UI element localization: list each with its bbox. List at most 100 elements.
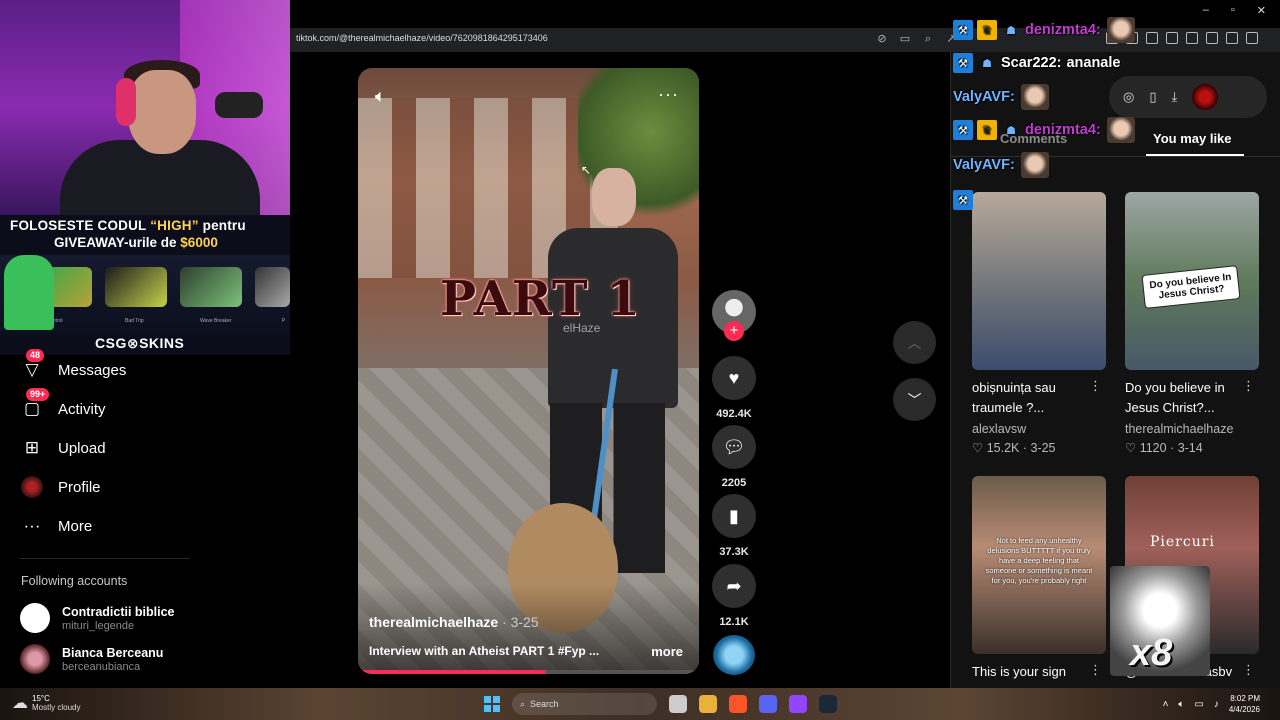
- panel-toolbar: ◎ ▯ ⤓: [1109, 76, 1267, 118]
- video-progress-fill: [358, 670, 546, 674]
- video-progress-bar[interactable]: [358, 670, 699, 674]
- taskbar-search[interactable]: ⌕ Search: [512, 693, 657, 715]
- sidebar-item-activity[interactable]: ▢ 99+ Activity: [20, 388, 106, 421]
- sidebar-item-profile[interactable]: Profile: [20, 475, 101, 499]
- sponsor-logo: CSG⊗SKINS: [95, 335, 185, 351]
- more-icon: ···: [23, 516, 41, 535]
- sidebar-item-more[interactable]: ··· More: [20, 514, 93, 538]
- clock-date: 4/4/2026: [1228, 705, 1260, 714]
- address-bar[interactable]: tiktok.com/@therealmichaelhaze/video/762…: [296, 33, 548, 43]
- share-arrow-icon[interactable]: ➦: [712, 564, 756, 608]
- chat-message: ⚒ ♛ ☗ denizmta4:: [953, 117, 1135, 143]
- author-name[interactable]: therealmichaelhaze: [369, 614, 498, 630]
- more-options-icon[interactable]: ⋮: [1089, 662, 1102, 678]
- volume-icon[interactable]: 🔈︎: [375, 86, 386, 107]
- chat-username: ValyAVF:: [953, 89, 1015, 105]
- extension-icon[interactable]: [1206, 32, 1218, 44]
- account-handle: berceanubianca: [62, 660, 141, 673]
- comment-icon[interactable]: 💬︎: [712, 425, 756, 469]
- following-account[interactable]: Contradictii biblice mituri_legende: [20, 603, 175, 633]
- chat-message: ⚒ ♛ ☗ denizmta4:: [953, 17, 1135, 43]
- avatar: [20, 644, 50, 674]
- previous-video-button[interactable]: ︿: [893, 321, 936, 364]
- maximize-button[interactable]: ▫: [1231, 4, 1235, 17]
- more-options-icon[interactable]: ···: [658, 84, 679, 105]
- caption-more-button[interactable]: more: [651, 644, 683, 659]
- author-avatar-button[interactable]: +: [711, 290, 757, 341]
- shield-icon[interactable]: [1226, 32, 1238, 44]
- video-player[interactable]: PART 1 elHaze 🔈︎ ··· ↖ therealmichaelhaz…: [358, 68, 699, 674]
- chevron-up-icon[interactable]: ˄: [1163, 699, 1169, 710]
- hammer-badge-icon: ⚒: [953, 20, 973, 40]
- following-account[interactable]: Bianca Berceanu berceanubianca: [20, 644, 163, 674]
- next-video-button[interactable]: ﹀: [893, 378, 936, 421]
- thumbnail-text: Piercuri: [1150, 534, 1215, 550]
- video-thumbnail[interactable]: Not to feed any unhealthy delusions BUTT…: [972, 476, 1106, 654]
- follow-plus-icon[interactable]: +: [724, 321, 744, 341]
- zoom-icon[interactable]: ⌕: [921, 32, 935, 46]
- download-icon[interactable]: ⤓: [1172, 89, 1178, 105]
- skin-image: [255, 267, 290, 307]
- emote-icon: [1020, 84, 1049, 110]
- file-icon[interactable]: [669, 695, 687, 713]
- windows-start-icon[interactable]: [484, 696, 500, 712]
- minimize-button[interactable]: –: [1203, 4, 1209, 17]
- video-thumbnail[interactable]: [972, 192, 1106, 370]
- cast-icon[interactable]: ▭: [898, 32, 912, 46]
- like-action[interactable]: ♥ 492.4K: [711, 356, 757, 420]
- wallet-icon[interactable]: [1186, 32, 1198, 44]
- brave-icon[interactable]: [729, 695, 747, 713]
- save-action[interactable]: ▮ 37.3K: [711, 494, 757, 558]
- avatar: +: [712, 290, 756, 341]
- video-author[interactable]: therealmichaelhaze · 3-25: [369, 614, 539, 630]
- no-tracking-icon[interactable]: ⊘: [875, 32, 889, 46]
- extension-icon[interactable]: [1146, 32, 1158, 44]
- sidebar-item-label: Profile: [58, 478, 101, 496]
- app-icon[interactable]: [789, 695, 807, 713]
- menu-icon[interactable]: [1246, 32, 1258, 44]
- more-options-icon[interactable]: ⋮: [1242, 378, 1255, 394]
- recommended-video-card[interactable]: Do you believe In Jesus Christ? Do you b…: [1125, 192, 1259, 455]
- more-options-icon[interactable]: ⋮: [1242, 662, 1255, 678]
- music-disc-icon[interactable]: [713, 635, 755, 675]
- comment-count: 2205: [721, 477, 747, 489]
- hammer-badge-icon: ⚒: [953, 190, 973, 210]
- speaker-icon[interactable]: 🔈︎: [1178, 699, 1184, 710]
- weather-widget[interactable]: ☁ 15°C Mostly cloudy: [12, 693, 80, 713]
- clock[interactable]: 8:02 PM 4/4/2026: [1229, 693, 1260, 715]
- heart-outline-icon: ♡: [972, 441, 987, 455]
- steam-icon[interactable]: [819, 695, 837, 713]
- recommended-video-card[interactable]: Not to feed any unhealthy delusions BUTT…: [972, 476, 1106, 682]
- taskbar: ☁ 15°C Mostly cloudy ⌕ Search ˄ 🔈︎ ▭ ♪ 8:…: [0, 688, 1280, 720]
- chat-message: ValyAVF:: [953, 84, 1049, 110]
- share-action[interactable]: ➦ 12.1K: [711, 564, 757, 628]
- skin-label: Bad Trip: [125, 318, 144, 324]
- volume-icon[interactable]: ♪: [1214, 699, 1219, 710]
- emote-icon: [1020, 152, 1049, 178]
- video-caption: Interview with an Atheist PART 1 #Fyp ..…: [369, 644, 600, 658]
- video-thumbnail[interactable]: Do you believe In Jesus Christ?: [1125, 192, 1259, 370]
- discord-icon[interactable]: [759, 695, 777, 713]
- close-button[interactable]: ✕: [1257, 4, 1266, 17]
- phone-icon[interactable]: ▯: [1149, 89, 1156, 105]
- comment-action[interactable]: 💬︎ 2205: [711, 425, 757, 489]
- compass-icon[interactable]: ◎: [1123, 89, 1134, 105]
- avatar: [20, 603, 50, 633]
- folder-icon[interactable]: [699, 695, 717, 713]
- card-author: alexlavsw: [972, 422, 1027, 436]
- sidebar-icon[interactable]: [1166, 32, 1178, 44]
- sidebar-item-messages[interactable]: ▽ 48 Messages: [20, 349, 126, 382]
- tab-you-may-like[interactable]: You may like: [1153, 131, 1232, 146]
- more-options-icon[interactable]: ⋮: [1089, 378, 1102, 394]
- avatar[interactable]: [1192, 84, 1219, 110]
- sub-badge-icon: ☗: [1006, 124, 1016, 137]
- system-tray: ˄ 🔈︎ ▭ ♪ 8:02 PM 4/4/2026: [1163, 693, 1260, 715]
- bookmark-icon[interactable]: ▮: [712, 494, 756, 538]
- avatar-icon: [20, 475, 44, 499]
- sidebar-item-upload[interactable]: ⊞ Upload: [20, 436, 106, 460]
- heart-icon[interactable]: ♥: [712, 356, 756, 400]
- mouse-cursor-icon: ↖: [581, 163, 592, 177]
- promo-text: GIVEAWAY-urile de: [54, 235, 181, 250]
- monitor-icon[interactable]: ▭: [1194, 699, 1203, 710]
- recommended-video-card[interactable]: obișnuința sau traumele ?... ⋮ alexlavsw…: [972, 192, 1106, 455]
